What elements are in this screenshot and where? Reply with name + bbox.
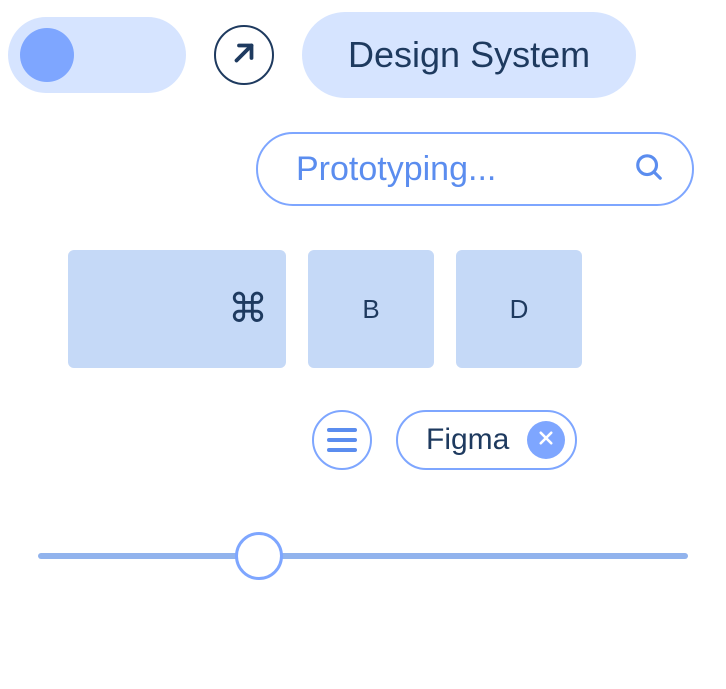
figma-chip[interactable]: Figma [396,410,577,470]
menu-button[interactable] [312,410,372,470]
slider-thumb[interactable] [235,532,283,580]
menu-icon [327,428,357,452]
command-icon: ⌘ [228,286,268,332]
toggle-thumb [20,28,74,82]
chip-label: Figma [426,423,509,457]
slider[interactable] [38,532,688,580]
external-link-button[interactable] [214,25,274,85]
search-placeholder: Prototyping... [296,150,622,189]
close-icon [537,429,555,452]
toggle-switch[interactable] [8,17,186,93]
chip-remove-button[interactable] [527,421,565,459]
design-system-pill[interactable]: Design System [302,12,636,98]
key-b[interactable]: B [308,250,434,368]
key-d[interactable]: D [456,250,582,368]
slider-track [38,553,688,559]
pill-label: Design System [348,34,590,76]
key-command[interactable]: ⌘ [68,250,286,368]
key-label: B [362,294,379,325]
arrow-up-right-icon [229,38,259,73]
search-icon [634,152,664,187]
key-label: D [510,294,529,325]
keyboard-shortcut-row: ⌘ B D [0,206,726,368]
search-input[interactable]: Prototyping... [256,132,694,206]
